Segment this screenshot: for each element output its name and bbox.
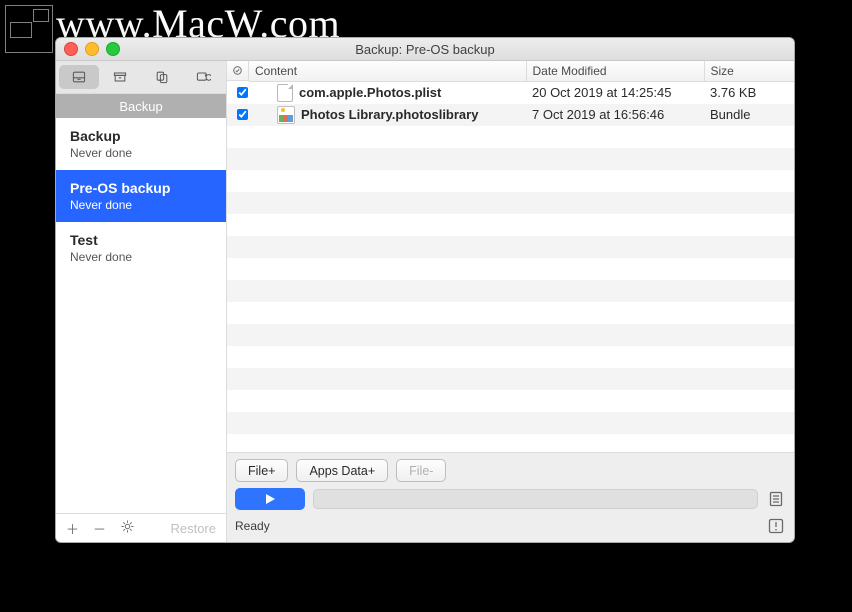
file-remove-button[interactable]: File-: [396, 459, 446, 482]
run-backup-button[interactable]: [235, 488, 305, 510]
apps-data-add-button[interactable]: Apps Data+: [296, 459, 388, 482]
status-text: Ready: [235, 519, 270, 533]
box-icon: [112, 69, 128, 85]
restore-button[interactable]: Restore: [170, 521, 216, 536]
drawer-icon: [71, 69, 87, 85]
settings-button[interactable]: [120, 519, 135, 537]
mode-archive-tab[interactable]: [101, 65, 141, 89]
alert-icon: [768, 518, 784, 534]
app-window: Backup: Pre-OS backup Backup: [55, 37, 795, 543]
sidebar-heading: Backup: [56, 94, 226, 118]
titlebar[interactable]: Backup: Pre-OS backup: [56, 38, 794, 61]
col-content-header[interactable]: Content: [249, 61, 526, 81]
window-title: Backup: Pre-OS backup: [355, 42, 494, 57]
progress-bar: [313, 489, 758, 509]
main-panel: Content Date Modified Size: [227, 61, 794, 542]
document-lines-icon: [768, 491, 784, 507]
sidebar-item-backup[interactable]: Backup Never done: [56, 118, 226, 170]
col-date-header[interactable]: Date Modified: [526, 61, 704, 81]
sidebar-item-name: Test: [70, 232, 212, 248]
sidebar-item-subtitle: Never done: [70, 146, 212, 160]
sync-window-icon: [195, 69, 211, 85]
row-size: Bundle: [704, 104, 794, 126]
sidebar-list: Backup Never done Pre-OS backup Never do…: [56, 118, 226, 513]
sidebar: Backup Backup Never done Pre-OS backup N…: [56, 61, 227, 542]
log-button[interactable]: [766, 489, 786, 509]
sidebar-item-subtitle: Never done: [70, 198, 212, 212]
sidebar-item-test[interactable]: Test Never done: [56, 222, 226, 274]
sidebar-item-name: Pre-OS backup: [70, 180, 212, 196]
mode-sync-tab[interactable]: [142, 65, 182, 89]
add-backup-button[interactable]: ＋: [66, 519, 79, 538]
table-row[interactable]: com.apple.Photos.plist 20 Oct 2019 at 14…: [227, 81, 794, 104]
file-add-button[interactable]: File+: [235, 459, 288, 482]
stack-icon: [154, 69, 170, 85]
alert-button[interactable]: [766, 516, 786, 536]
bottom-toolbar: File+ Apps Data+ File- Ready: [227, 452, 794, 542]
traffic-lights: [64, 42, 120, 56]
file-table-wrapper: Content Date Modified Size: [227, 61, 794, 452]
table-row[interactable]: Photos Library.photoslibrary 7 Oct 2019 …: [227, 104, 794, 126]
watermark-logo: [5, 5, 53, 53]
sidebar-item-subtitle: Never done: [70, 250, 212, 264]
check-circle-icon: [233, 65, 242, 76]
sidebar-footer: ＋ － Restore: [56, 513, 226, 542]
photos-library-icon: [277, 106, 295, 124]
remove-backup-button[interactable]: －: [93, 519, 106, 538]
play-icon: [264, 493, 276, 505]
col-check-header[interactable]: [227, 61, 249, 81]
gear-icon: [120, 519, 135, 534]
row-filename: com.apple.Photos.plist: [299, 85, 441, 100]
row-checkbox[interactable]: [237, 87, 248, 98]
row-size: 3.76 KB: [704, 81, 794, 104]
row-filename: Photos Library.photoslibrary: [301, 107, 478, 122]
sidebar-item-name: Backup: [70, 128, 212, 144]
document-icon: [277, 84, 293, 102]
sidebar-mode-segment: [56, 61, 226, 94]
file-table: Content Date Modified Size: [227, 61, 794, 452]
row-checkbox[interactable]: [237, 109, 248, 120]
minimize-window-button[interactable]: [85, 42, 99, 56]
row-date: 7 Oct 2019 at 16:56:46: [526, 104, 704, 126]
col-size-header[interactable]: Size: [704, 61, 794, 81]
sidebar-item-pre-os-backup[interactable]: Pre-OS backup Never done: [56, 170, 226, 222]
mode-backup-tab[interactable]: [59, 65, 99, 89]
close-window-button[interactable]: [64, 42, 78, 56]
zoom-window-button[interactable]: [106, 42, 120, 56]
mode-schedule-tab[interactable]: [184, 65, 224, 89]
row-date: 20 Oct 2019 at 14:25:45: [526, 81, 704, 104]
